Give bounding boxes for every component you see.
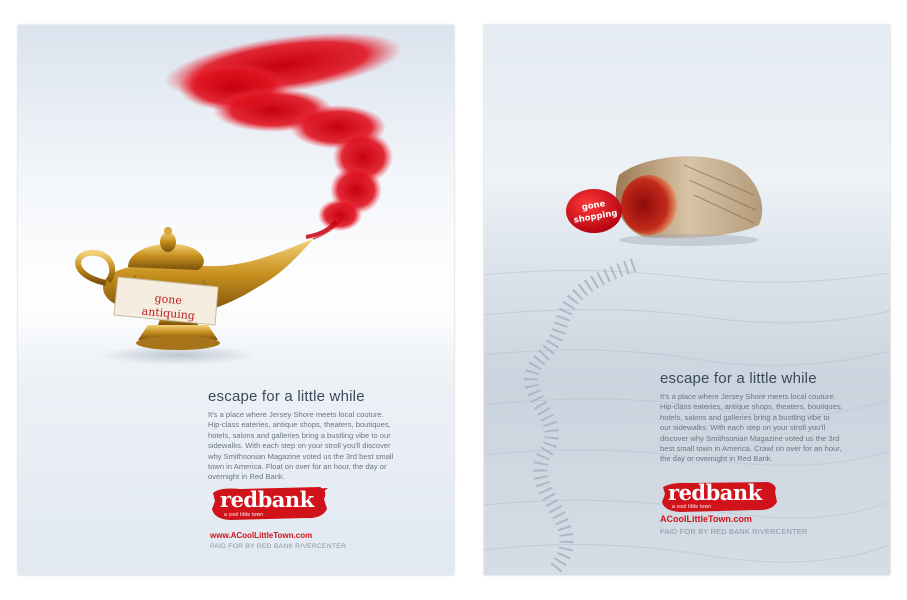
shopping-ad-page: gone shopping escape for a little while …: [484, 25, 890, 575]
body-line: discover why Smithsonian Magazine voted …: [660, 433, 840, 443]
body-line: Hip-class eateries, antique shops, theat…: [660, 402, 843, 412]
headline: escape for a little while: [660, 370, 817, 387]
sign-line-1: gone: [154, 292, 182, 307]
antiquing-ad-page: gone antiquing escape for a little while…: [18, 25, 454, 575]
logo-wordmark: redbank: [668, 480, 762, 505]
body-copy: It's a place where Jersey Shore meets lo…: [208, 410, 448, 483]
body-line: overnight in Red Bank.: [208, 472, 285, 482]
body-copy: It's a place where Jersey Shore meets lo…: [660, 392, 885, 465]
body-line: why Smithsonian Magazine voted us the 3r…: [208, 451, 394, 461]
body-line: the day or overnight in Red Bank.: [660, 454, 773, 464]
body-line: town in America. Float on over for an ho…: [208, 462, 387, 472]
logo-wordmark: redbank: [220, 487, 314, 512]
gone-shopping-rock: gone shopping: [566, 189, 622, 233]
body-line: Hip-class eateries, antique shops, theat…: [208, 420, 391, 430]
body-line: our sidewalks. With each step on your st…: [660, 423, 826, 433]
red-smoke-plume: [164, 32, 402, 240]
logo-tagline: a cool little town: [224, 512, 264, 518]
red-bank-logo: redbank a cool little town: [210, 485, 330, 523]
paid-for-notice: PAID FOR BY RED BANK RIVERCENTER: [660, 527, 808, 536]
red-bank-logo: redbank a cool little town: [660, 480, 780, 514]
body-line: It's a place where Jersey Shore meets lo…: [208, 410, 384, 419]
body-line: It's a place where Jersey Shore meets lo…: [660, 392, 836, 401]
website-link[interactable]: ACoolLittleTown.com: [660, 514, 752, 524]
logo-tagline: a cool little town: [672, 504, 712, 510]
body-line: sidewalks. With each step on your stroll…: [208, 441, 391, 451]
headline: escape for a little while: [208, 388, 365, 405]
paid-for-notice: PAID FOR BY RED BANK RIVERCENTER: [210, 543, 347, 550]
website-link[interactable]: www.ACoolLittleTown.com: [210, 531, 312, 540]
conch-shell-icon: [615, 156, 763, 246]
body-line: hotels, salons and galleries bring a bus…: [660, 412, 830, 422]
body-line: best small town in America. Crawl on ove…: [660, 444, 842, 454]
body-line: hotels, salons and galleries bring a bus…: [208, 430, 391, 440]
